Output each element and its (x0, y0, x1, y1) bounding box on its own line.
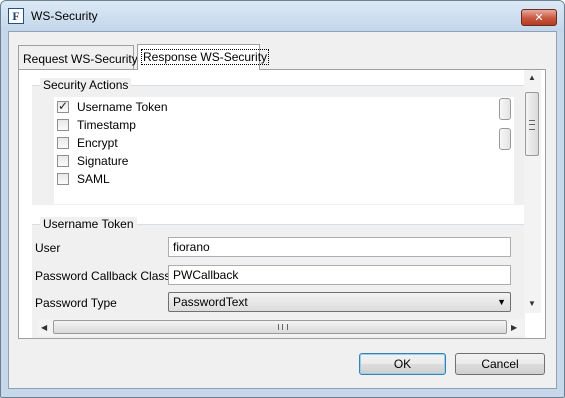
tab-response-ws-security[interactable]: Response WS-Security (137, 44, 270, 70)
scroll-up-icon[interactable]: ▲ (528, 73, 536, 82)
list-scroll-handle-bottom[interactable] (499, 128, 511, 150)
chevron-down-icon: ▼ (497, 297, 506, 307)
ok-button[interactable]: OK (359, 353, 446, 375)
checkbox-username-token[interactable]: ✓ (57, 99, 69, 113)
grip-icon (529, 120, 535, 130)
list-scroll-handle-top[interactable] (499, 98, 511, 120)
password-type-dropdown[interactable]: PasswordText ▼ (168, 292, 511, 312)
scroll-left-icon[interactable]: ◀ (41, 323, 47, 332)
checkbox-label-saml: SAML (77, 172, 110, 186)
user-label: User (35, 241, 61, 255)
window-title: WS-Security (31, 9, 98, 23)
scroll-down-icon[interactable]: ▼ (528, 299, 536, 308)
tab-panel-response: Security Actions ✓ Username Token Timest… (18, 69, 546, 339)
checkbox-signature[interactable] (57, 155, 69, 167)
checkbox-timestamp[interactable] (57, 119, 69, 131)
user-input[interactable]: fiorano (168, 237, 511, 257)
checkbox-label-username-token: Username Token (77, 100, 168, 114)
fiorano-app-icon: F (8, 8, 24, 24)
security-actions-title: Security Actions (40, 78, 132, 92)
horizontal-scroll-thumb[interactable] (53, 320, 507, 334)
tab-request-ws-security[interactable]: Request WS-Security (18, 45, 138, 69)
vertical-scrollbar[interactable]: ▲ ▼ (524, 70, 541, 313)
horizontal-scrollbar[interactable]: ◀ ▶ (38, 319, 524, 336)
checkbox-label-signature: Signature (77, 154, 129, 168)
tab-request-label: Request WS-Security (23, 52, 138, 66)
vertical-scroll-thumb[interactable] (525, 92, 539, 156)
checkbox-saml[interactable] (57, 173, 69, 185)
password-callback-label: Password Callback Class (35, 269, 171, 283)
checkbox-label-timestamp: Timestamp (77, 118, 136, 132)
scroll-right-icon[interactable]: ▶ (511, 323, 517, 332)
password-type-label: Password Type (35, 296, 117, 310)
tab-response-label: Response WS-Security (141, 49, 270, 65)
grip-icon (278, 324, 288, 330)
title-bar[interactable]: F WS-Security ✕ (1, 1, 564, 31)
dialog-client-area: Request WS-Security Security Actions ✓ U… (8, 31, 557, 389)
checkbox-label-encrypt: Encrypt (77, 136, 118, 150)
check-mark-icon: ✓ (58, 99, 69, 113)
cancel-button[interactable]: Cancel (455, 353, 545, 375)
security-actions-group: Security Actions ✓ Username Token Timest… (32, 78, 525, 205)
username-token-title: Username Token (40, 217, 137, 231)
password-type-value: PasswordText (173, 295, 248, 309)
password-callback-input[interactable]: PWCallback (168, 265, 511, 285)
close-button[interactable]: ✕ (521, 9, 557, 26)
dialog-window: F WS-Security ✕ Request WS-Security Secu… (0, 0, 565, 398)
security-actions-list: ✓ Username Token Timestamp Encrypt Signa… (54, 97, 514, 204)
checkbox-encrypt[interactable] (57, 137, 69, 149)
